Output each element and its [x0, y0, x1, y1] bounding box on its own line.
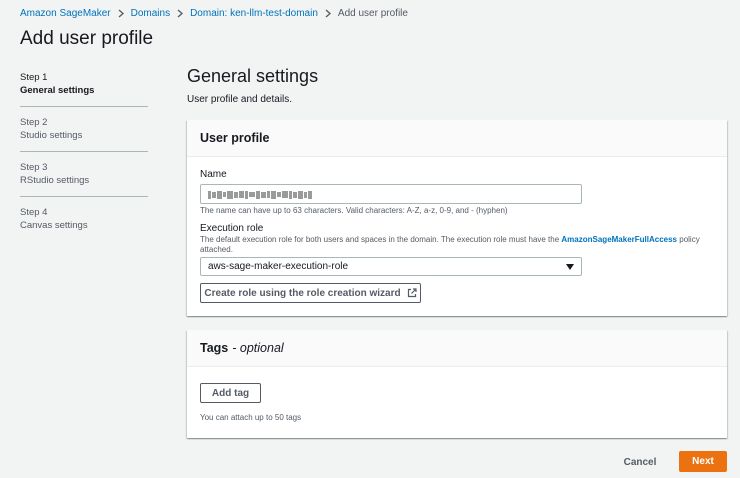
- breadcrumb: Amazon SageMaker Domains Domain: ken-llm…: [20, 7, 408, 19]
- chevron-right-icon: [177, 9, 184, 18]
- step-label: Canvas settings: [20, 219, 88, 231]
- breadcrumb-current: Add user profile: [337, 7, 408, 19]
- chevron-right-icon: [118, 9, 124, 18]
- section-title: General settings: [187, 66, 319, 86]
- panel-title: User profile: [200, 131, 270, 145]
- step-1: Step 1 General settings: [20, 72, 148, 107]
- tags-hint: You can attach up to 50 tags: [200, 413, 302, 422]
- step-label: Studio settings: [20, 129, 83, 141]
- redacted-name-value: [208, 190, 313, 199]
- external-link-icon: [407, 288, 417, 298]
- role-desc-text: The default execution role for both user…: [200, 235, 562, 244]
- execution-role-value: aws-sage-maker-execution-role: [208, 261, 349, 272]
- step-number: Step 1: [20, 72, 48, 83]
- optional-label: - optional: [232, 341, 284, 355]
- panel-header: User profile: [187, 120, 727, 157]
- step-number: Step 3: [20, 162, 48, 173]
- cancel-button[interactable]: Cancel: [614, 452, 666, 472]
- execution-role-select[interactable]: aws-sage-maker-execution-role: [200, 257, 582, 276]
- name-input[interactable]: [200, 184, 582, 204]
- panel-header: Tags - optional: [187, 330, 727, 367]
- create-role-button[interactable]: Create role using the role creation wiza…: [200, 283, 421, 303]
- step-2[interactable]: Step 2 Studio settings: [20, 117, 148, 152]
- wizard-steps: Step 1 General settings Step 2 Studio se…: [20, 72, 148, 251]
- chevron-right-icon: [325, 9, 331, 18]
- step-label: General settings: [20, 84, 95, 96]
- page-title: Add user profile: [20, 28, 154, 49]
- name-label: Name: [200, 169, 227, 180]
- step-4[interactable]: Step 4 Canvas settings: [20, 207, 148, 241]
- add-tag-button[interactable]: Add tag: [200, 383, 261, 403]
- step-number: Step 2: [20, 117, 48, 128]
- panel-title: Tags: [200, 341, 229, 355]
- section-description: User profile and details.: [187, 94, 293, 105]
- breadcrumb-domain[interactable]: Domain: ken-llm-test-domain: [190, 8, 318, 19]
- execution-role-label: Execution role: [200, 223, 264, 234]
- name-hint: The name can have up to 63 characters. V…: [200, 206, 508, 215]
- tags-panel: Tags - optional Add tag You can attach u…: [187, 330, 727, 438]
- step-number: Step 4: [20, 207, 48, 218]
- execution-role-description: The default execution role for both user…: [200, 235, 700, 255]
- policy-link[interactable]: AmazonSageMakerFullAccess: [561, 235, 677, 244]
- user-profile-panel: User profile Name The name can have up t…: [187, 120, 727, 316]
- caret-down-icon: [566, 263, 574, 270]
- create-role-label: Create role using the role creation wiza…: [204, 287, 401, 299]
- breadcrumb-sagemaker[interactable]: Amazon SageMaker: [20, 8, 111, 19]
- step-label: RStudio settings: [20, 174, 90, 186]
- step-3[interactable]: Step 3 RStudio settings: [20, 162, 148, 197]
- breadcrumb-domains[interactable]: Domains: [131, 8, 170, 19]
- next-button[interactable]: Next: [679, 451, 727, 472]
